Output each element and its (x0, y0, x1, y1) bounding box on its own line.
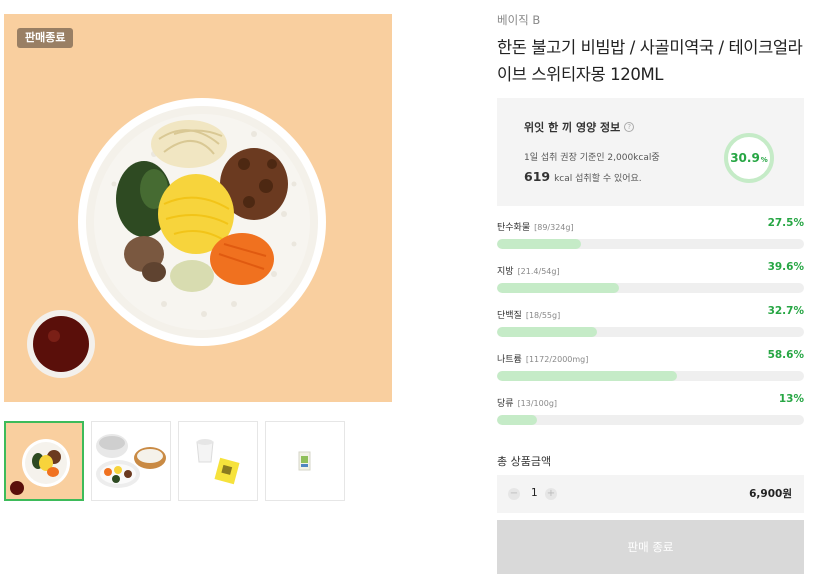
nutrition-title: 위잇 한 끼 영양 정보 ? (524, 119, 635, 135)
nutrient-percent: 32.7% (767, 305, 804, 317)
nutrient-label: 당류 (497, 399, 514, 409)
kcal-value: 619 (524, 169, 551, 184)
nutrient-bar (497, 239, 804, 249)
sold-out-button[interactable]: 판매 종료 (497, 520, 804, 574)
nutrient-bar-fill (497, 415, 537, 425)
nutrient-bar-fill (497, 371, 677, 381)
nutrient-percent: 58.6% (767, 349, 804, 361)
nutrient-row: 나트륨 [1172/2000mg] 58.6% (497, 348, 804, 392)
nutrient-bar (497, 415, 804, 425)
increase-quantity-button[interactable]: + (545, 488, 557, 500)
cup-and-sauce-pack-thumbnail-image (196, 439, 240, 485)
nutrient-row: 탄수화물 [89/324g] 27.5% (497, 216, 804, 260)
product-title: 한돈 불고기 비빔밥 / 사골미역국 / 테이크얼라이브 스위티자몽 120ML (497, 38, 803, 84)
main-product-image: 판매종료 (4, 14, 392, 402)
quantity-value: 1 (531, 487, 538, 499)
decrease-quantity-button[interactable]: − (508, 488, 520, 500)
nutrient-percent: 13% (778, 393, 804, 405)
kcal-line: 619 kcal 섭취할 수 있어요. (524, 169, 642, 184)
thumbnail-soup-and-drink[interactable] (178, 421, 258, 501)
sold-out-badge: 판매종료 (17, 28, 74, 48)
nutrient-percent: 39.6% (767, 261, 804, 273)
meal-set-thumbnail-image (96, 434, 166, 488)
nutrient-bar (497, 371, 804, 381)
nutrient-row: 지방 [21.4/54g] 39.6% (497, 260, 804, 304)
quantity-box: − 1 + 6,900원 (497, 475, 804, 513)
nutrient-detail: [21.4/54g] (517, 267, 560, 276)
kcal-suffix: kcal 섭취할 수 있어요. (554, 174, 642, 184)
nutrient-bar (497, 327, 804, 337)
nutrient-label: 나트륨 (497, 355, 522, 365)
help-icon[interactable]: ? (624, 122, 635, 132)
nutrient-bar (497, 283, 804, 293)
nutrient-bar-fill (497, 327, 598, 337)
brand-label: 베이직 B (497, 13, 541, 27)
bibimbap-image (27, 98, 326, 378)
nutrient-row: 단백질 [18/55g] 32.7% (497, 304, 804, 348)
nutrient-bar-fill (497, 239, 582, 249)
nutrient-bar-fill (497, 283, 619, 293)
thumbnail-list (4, 421, 345, 501)
nutrient-label: 단백질 (497, 311, 522, 321)
drink-pack-thumbnail-image (298, 451, 311, 471)
total-price-label: 총 상품금액 (497, 455, 552, 468)
ring-value: 30.9 (730, 151, 760, 165)
calorie-ratio-value: 30.9% (723, 132, 775, 184)
nutrient-detail: [89/324g] (534, 223, 574, 232)
nutrient-detail: [13/100g] (517, 399, 558, 408)
daily-intake-note: 1일 섭취 권장 기준인 2,000kcal중 (524, 153, 660, 163)
nutrient-label: 탄수화물 (497, 223, 531, 233)
thumbnail-bibimbap[interactable] (4, 421, 84, 501)
nutrient-detail: [18/55g] (525, 311, 561, 320)
ring-unit: % (760, 155, 768, 164)
nutrient-list: 탄수화물 [89/324g] 27.5% 지방 [21.4/54g] 39.6% 단… (497, 216, 804, 436)
nutrient-detail: [1172/2000mg] (525, 355, 589, 364)
bibimbap-thumbnail-image (6, 423, 82, 499)
thumbnail-drink[interactable] (265, 421, 345, 501)
nutrient-row: 당류 [13/100g] 13% (497, 392, 804, 436)
nutrition-summary: 위잇 한 끼 영양 정보 ? 1일 섭취 권장 기준인 2,000kcal중 6… (497, 98, 804, 206)
nutrient-label: 지방 (497, 267, 514, 277)
nutrient-percent: 27.5% (767, 217, 804, 229)
total-price: 6,900원 (749, 488, 792, 500)
thumbnail-meal-set[interactable] (91, 421, 171, 501)
nutrition-title-text: 위잇 한 끼 영양 정보 (524, 121, 621, 134)
